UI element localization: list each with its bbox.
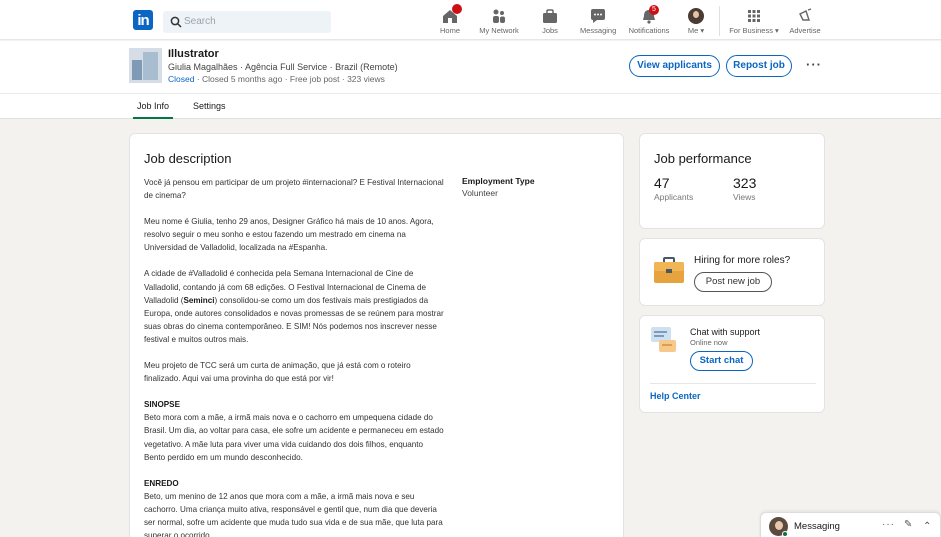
repost-job-button[interactable]: Repost job bbox=[726, 55, 792, 77]
notification-count-badge: 5 bbox=[649, 5, 659, 15]
job-description-body: Você já pensou em participar de um proje… bbox=[144, 176, 444, 537]
views-count: 323 bbox=[733, 175, 757, 191]
chat-bubble-icon bbox=[591, 9, 605, 23]
nav-my-network[interactable]: My Network bbox=[479, 8, 519, 40]
avatar bbox=[688, 8, 704, 24]
nav-advertise[interactable]: Advertise bbox=[788, 8, 822, 40]
nav-messaging-label: Messaging bbox=[580, 26, 617, 35]
nav-notifications[interactable]: 5 Notifications bbox=[627, 5, 671, 40]
messaging-label: Messaging bbox=[794, 521, 840, 532]
enredo-text: Beto, um menino de 12 anos que mora com … bbox=[144, 491, 443, 537]
job-thumbnail bbox=[129, 48, 162, 83]
sinopse-heading: SINOPSE bbox=[144, 400, 180, 410]
collapse-chevron-icon[interactable]: ⌃ bbox=[923, 521, 931, 532]
online-status-dot bbox=[782, 531, 788, 537]
chat-support-status: Online now bbox=[690, 338, 728, 347]
nav-notifications-label: Notifications bbox=[628, 26, 670, 35]
tab-settings[interactable]: Settings bbox=[193, 101, 226, 111]
nav-jobs-label: Jobs bbox=[542, 26, 558, 35]
nav-for-business-label: For Business ▾ bbox=[729, 26, 779, 35]
help-center-link[interactable]: Help Center bbox=[650, 391, 701, 401]
employment-type: Employment Type Volunteer bbox=[462, 176, 535, 198]
messaging-more-icon[interactable]: ··· bbox=[882, 519, 895, 530]
search-icon bbox=[170, 16, 182, 28]
search-bar[interactable]: Search bbox=[163, 11, 331, 33]
start-chat-button[interactable]: Start chat bbox=[690, 351, 753, 371]
megaphone-icon bbox=[799, 8, 812, 21]
nav-me[interactable]: Me ▾ bbox=[684, 8, 708, 40]
sinopse-text: Beto mora com a mãe, a irmã mais nova e … bbox=[144, 413, 444, 462]
employment-type-label: Employment Type bbox=[462, 176, 535, 186]
job-tabs: Job Info Settings bbox=[0, 93, 941, 119]
job-description-heading: Job description bbox=[144, 151, 232, 166]
compose-icon[interactable]: ✎ bbox=[904, 519, 912, 530]
chat-support-card: Chat with support Online now Start chat … bbox=[639, 315, 825, 413]
nav-advertise-label: Advertise bbox=[789, 26, 821, 35]
applicants-metric[interactable]: 47 Applicants bbox=[654, 175, 693, 202]
active-tab-indicator bbox=[133, 117, 173, 119]
search-placeholder: Search bbox=[184, 16, 216, 27]
applicants-label: Applicants bbox=[654, 192, 694, 202]
chat-support-icon bbox=[651, 327, 676, 352]
nav-jobs[interactable]: Jobs bbox=[538, 8, 562, 40]
grid-icon bbox=[748, 10, 760, 22]
description-paragraph: Você já pensou em participar de um proje… bbox=[144, 178, 444, 201]
nav-divider bbox=[719, 6, 720, 36]
briefcase-illustration-icon bbox=[654, 257, 684, 283]
briefcase-icon bbox=[543, 9, 557, 23]
nav-me-label: Me ▾ bbox=[687, 26, 705, 35]
job-title: Illustrator bbox=[168, 48, 219, 60]
top-navigation: in Search Home My Network Jobs Messaging… bbox=[0, 0, 941, 40]
more-options-button[interactable]: ··· bbox=[806, 57, 822, 72]
home-dot bbox=[452, 4, 462, 14]
job-description-card: Job description Você já pensou em partic… bbox=[129, 133, 624, 537]
employment-type-value: Volunteer bbox=[462, 188, 498, 198]
nav-for-business[interactable]: For Business ▾ bbox=[727, 8, 781, 40]
job-status-details: · Closed 5 months ago · Free job post · … bbox=[194, 74, 385, 84]
description-paragraph: Meu projeto de TCC será um curta de anim… bbox=[144, 361, 411, 384]
job-subtitle: Giulia Magalhães · Agência Full Service … bbox=[168, 62, 398, 72]
job-status-line: Closed · Closed 5 months ago · Free job … bbox=[168, 74, 385, 84]
hiring-prompt: Hiring for more roles? bbox=[694, 255, 791, 266]
enredo-heading: ENREDO bbox=[144, 478, 179, 488]
job-status-closed: Closed bbox=[168, 74, 195, 84]
applicants-count: 47 bbox=[654, 175, 670, 191]
description-paragraph: Meu nome é Giulia, tenho 29 anos, Design… bbox=[144, 217, 434, 253]
job-header: Illustrator Giulia Magalhães · Agência F… bbox=[0, 41, 941, 93]
post-new-job-button[interactable]: Post new job bbox=[694, 272, 772, 292]
tab-job-info[interactable]: Job Info bbox=[137, 101, 169, 111]
view-applicants-button[interactable]: View applicants bbox=[629, 55, 720, 77]
nav-my-network-label: My Network bbox=[479, 26, 519, 35]
nav-home[interactable]: Home bbox=[438, 4, 462, 40]
hiring-promo-card: Hiring for more roles? Post new job bbox=[639, 238, 825, 306]
network-icon bbox=[493, 9, 505, 23]
description-paragraph: A cidade de #Valladolid é conhecida pela… bbox=[144, 269, 444, 344]
job-performance-heading: Job performance bbox=[654, 151, 752, 166]
nav-home-label: Home bbox=[439, 26, 460, 35]
chat-support-title: Chat with support bbox=[690, 327, 761, 337]
seminci-bold: Seminci bbox=[183, 295, 215, 305]
linkedin-logo[interactable]: in bbox=[133, 10, 153, 30]
job-performance-card: Job performance 47 Applicants 323 Views bbox=[639, 133, 825, 229]
views-metric: 323 Views bbox=[733, 175, 756, 202]
views-label: Views bbox=[733, 192, 756, 202]
messaging-bar[interactable]: Messaging ··· ✎ ⌃ bbox=[760, 512, 941, 537]
support-divider bbox=[650, 383, 816, 384]
nav-messaging[interactable]: Messaging bbox=[580, 8, 616, 40]
